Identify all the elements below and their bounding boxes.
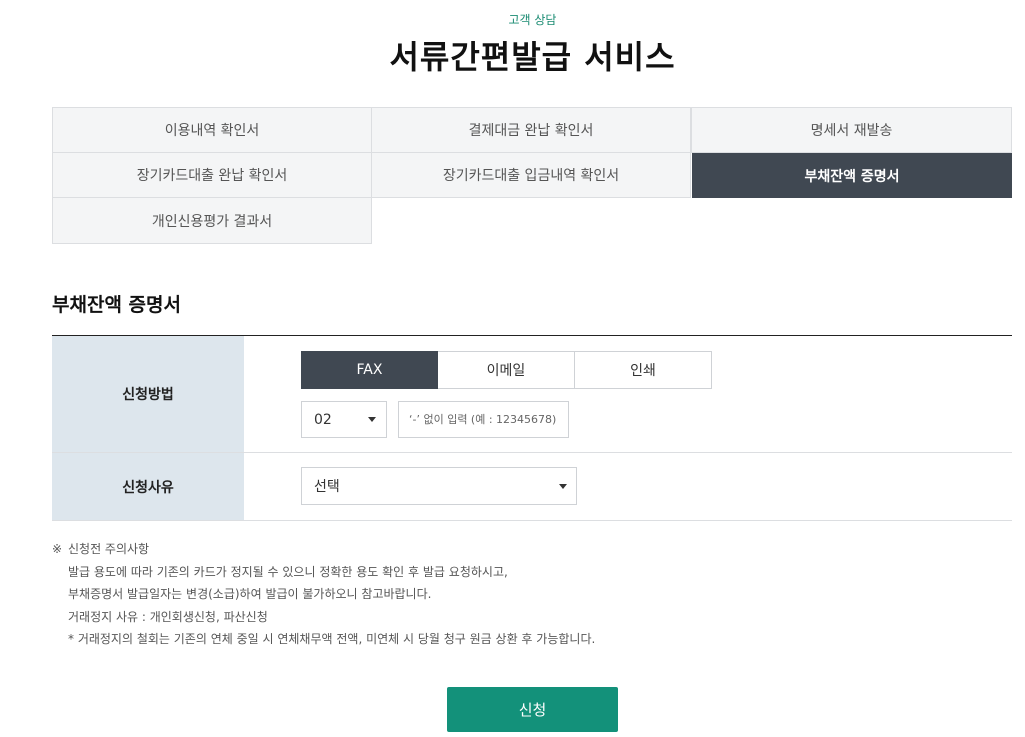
method-email-button[interactable]: 이메일 xyxy=(438,351,575,389)
submit-button[interactable]: 신청 xyxy=(447,687,618,732)
method-print-button[interactable]: 인쇄 xyxy=(575,351,712,389)
area-code-value: 02 xyxy=(314,411,332,428)
application-form: 신청방법 FAX 이메일 인쇄 02 신청사유 선택 xyxy=(52,335,1012,521)
tab-credit-evaluation[interactable]: 개인신용평가 결과서 xyxy=(52,197,372,244)
notice-mark: ※ xyxy=(52,542,63,556)
breadcrumb-category: 고객 상담 xyxy=(508,13,557,27)
method-fax-button[interactable]: FAX xyxy=(301,351,438,389)
tab-statement-resend[interactable]: 명세서 재발송 xyxy=(691,107,1012,153)
reason-row: 신청사유 선택 xyxy=(52,453,1012,521)
reason-value: 선택 xyxy=(314,479,340,495)
notice-line: * 거래정지의 철회는 기존의 연체 중일 시 연체채무액 전액, 미연체 시 … xyxy=(68,632,596,646)
notice-title-row: ※ 신청전 주의사항 xyxy=(52,538,595,561)
area-code-select[interactable]: 02 xyxy=(301,401,387,438)
method-row: 신청방법 FAX 이메일 인쇄 02 xyxy=(52,336,1012,453)
page-title: 서류간편발급 서비스 xyxy=(389,38,676,76)
reason-select[interactable]: 선택 xyxy=(301,467,577,505)
chevron-down-icon xyxy=(559,484,567,489)
notice-box: ※ 신청전 주의사항 발급 용도에 따라 기존의 카드가 정지될 수 있으니 정… xyxy=(52,538,595,651)
method-label: 신청방법 xyxy=(52,336,244,452)
tab-debt-balance-certificate[interactable]: 부채잔액 증명서 xyxy=(692,153,1012,198)
chevron-down-icon xyxy=(368,417,376,422)
section-title: 부채잔액 증명서 xyxy=(52,294,181,316)
fax-number-input[interactable] xyxy=(398,401,569,438)
tab-usage-history[interactable]: 이용내역 확인서 xyxy=(52,107,372,153)
reason-label: 신청사유 xyxy=(52,453,244,520)
notice-line: 거래정지 사유 : 개인회생신청, 파산신청 xyxy=(68,609,268,624)
tab-payment-completion[interactable]: 결제대금 완납 확인서 xyxy=(371,107,691,153)
tab-long-term-loan-completion[interactable]: 장기카드대출 완납 확인서 xyxy=(52,152,372,198)
notice-lines: 발급 용도에 따라 기존의 카드가 정지될 수 있으니 정확한 용도 확인 후 … xyxy=(52,561,595,651)
tab-long-term-loan-deposit[interactable]: 장기카드대출 입금내역 확인서 xyxy=(371,152,691,198)
notice-title: 신청전 주의사항 xyxy=(68,542,150,556)
notice-line: 부채증명서 발급일자는 변경(소급)하여 발급이 불가하오니 참고바랍니다. xyxy=(68,587,432,601)
notice-line: 발급 용도에 따라 기존의 카드가 정지될 수 있으니 정확한 용도 확인 후 … xyxy=(68,564,508,579)
method-button-group: FAX 이메일 인쇄 xyxy=(301,351,712,389)
